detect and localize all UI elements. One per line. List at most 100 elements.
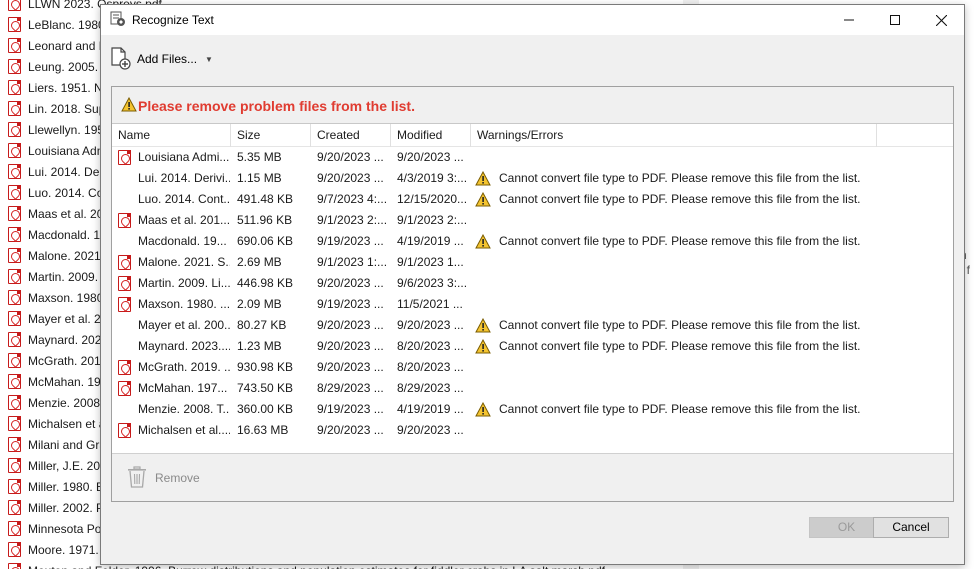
cell-modified: 9/20/2023 ... <box>397 150 464 164</box>
cancel-button[interactable]: Cancel <box>873 517 949 538</box>
cell-name: Maynard. 2023.... <box>138 339 230 353</box>
cell-modified: 4/3/2019 3:... <box>397 171 468 185</box>
warning-icon <box>475 401 491 420</box>
cell-name: Maxson. 1980. ... <box>138 297 230 311</box>
cell-created: 9/20/2023 ... <box>317 171 384 185</box>
cell-created: 9/1/2023 1:... <box>317 255 388 269</box>
pdf-icon <box>8 479 21 494</box>
background-file-name: Mayer et al. 20 <box>28 311 108 326</box>
error-message: Please remove problem files from the lis… <box>138 98 415 114</box>
background-file-name: Miller. 1980. Et <box>28 479 108 494</box>
table-row[interactable]: Louisiana Admi... 5.35 MB 9/20/2023 ... 9/2… <box>112 147 953 168</box>
background-file-name: Miller. 2002. P <box>28 500 105 515</box>
background-file-name: McMahan. 19 <box>28 374 101 389</box>
cell-created: 9/20/2023 ... <box>317 276 384 290</box>
pdf-icon <box>118 255 131 270</box>
cell-size: 446.98 KB <box>237 276 294 290</box>
table-row[interactable]: Maxson. 1980. ... 2.09 MB 9/19/2023 ... 11/… <box>112 294 953 315</box>
pdf-icon <box>8 0 21 11</box>
maximize-button[interactable] <box>872 5 918 35</box>
column-header-name[interactable]: Name <box>112 124 231 147</box>
table-row[interactable]: McMahan. 197... 743.50 KB 8/29/2023 ... 8/2… <box>112 378 953 399</box>
pdf-icon <box>8 290 21 305</box>
cell-modified: 9/1/2023 2:... <box>397 213 468 227</box>
pdf-icon <box>8 17 21 32</box>
column-header-created[interactable]: Created <box>311 124 391 147</box>
pdf-icon <box>118 360 131 375</box>
trash-icon <box>127 465 147 491</box>
table-header: Name Size Created Modified Warnings/Erro… <box>112 124 953 147</box>
cell-created: 9/20/2023 ... <box>317 339 384 353</box>
column-header-warnings[interactable]: Warnings/Errors <box>471 124 877 147</box>
cell-size: 2.09 MB <box>237 297 282 311</box>
table-row[interactable]: Macdonald. 19... 690.06 KB 9/19/2023 ... 4/… <box>112 231 953 252</box>
cell-created: 9/19/2023 ... <box>317 402 384 416</box>
background-file-name: Luo. 2014. Cor <box>28 185 108 200</box>
chevron-down-icon[interactable]: ▼ <box>205 55 213 64</box>
background-file-name: Martin. 2009. <box>28 269 99 284</box>
warning-icon <box>475 233 491 252</box>
table-row[interactable]: Luo. 2014. Cont... 491.48 KB 9/7/2023 4:..… <box>112 189 953 210</box>
table-row[interactable]: Malone. 2021. S... 2.69 MB 9/1/2023 1:... 9… <box>112 252 953 273</box>
minimize-icon <box>844 19 854 21</box>
add-files-button[interactable]: Add Files... ▼ <box>109 46 213 71</box>
background-file-name: LeBlanc. 1980. <box>28 17 109 32</box>
recognize-text-dialog: Recognize Text Add Files... ▼ Please rem… <box>100 4 965 565</box>
background-file-name: McGrath. 2019 <box>28 353 108 368</box>
cell-modified: 9/20/2023 ... <box>397 423 464 437</box>
pdf-icon <box>8 164 21 179</box>
cell-modified: 8/20/2023 ... <box>397 339 464 353</box>
close-button[interactable] <box>918 5 964 35</box>
background-file-name: Macdonald. 19 <box>28 227 107 242</box>
cell-name: Malone. 2021. S... <box>138 255 230 269</box>
pdf-icon <box>8 227 21 242</box>
cell-size: 16.63 MB <box>237 423 289 437</box>
table-row[interactable]: Maynard. 2023.... 1.23 MB 9/20/2023 ... 8/2… <box>112 336 953 357</box>
pdf-icon <box>8 122 21 137</box>
cell-modified: 4/19/2019 ... <box>397 402 464 416</box>
warning-icon <box>475 191 491 210</box>
table-row[interactable]: Martin. 2009. Li... 446.98 KB 9/20/2023 ..… <box>112 273 953 294</box>
cell-name: McMahan. 197... <box>138 381 228 395</box>
background-file-name: Maynard. 2023 <box>28 332 109 347</box>
cell-size: 360.00 KB <box>237 402 294 416</box>
cell-size: 1.23 MB <box>237 339 282 353</box>
cell-warning: Cannot convert file type to PDF. Please … <box>499 318 861 332</box>
pdf-icon <box>8 437 21 452</box>
column-header-size[interactable]: Size <box>231 124 311 147</box>
column-header-modified[interactable]: Modified <box>391 124 471 147</box>
file-table: Name Size Created Modified Warnings/Erro… <box>112 124 953 441</box>
warning-icon <box>475 170 491 189</box>
background-file-name: Liers. 1951. No <box>28 80 110 95</box>
table-row[interactable]: Lui. 2014. Derivi... 1.15 MB 9/20/2023 ...… <box>112 168 953 189</box>
file-list-panel: Please remove problem files from the lis… <box>111 86 954 502</box>
table-row[interactable]: Michalsen et al.... 16.63 MB 9/20/2023 ...… <box>112 420 953 441</box>
pdf-icon <box>118 213 131 228</box>
table-row[interactable]: Maas et al. 201... 511.96 KB 9/1/2023 2:..… <box>112 210 953 231</box>
cell-name: Louisiana Admi... <box>138 150 230 164</box>
pdf-icon <box>118 150 131 165</box>
background-file-name: Louisiana Adm <box>28 143 107 158</box>
pdf-icon <box>8 458 21 473</box>
background-file-name: Moore. 1971. <box>28 542 99 557</box>
table-row[interactable]: McGrath. 2019. ... 930.98 KB 9/20/2023 ...… <box>112 357 953 378</box>
pdf-icon <box>8 374 21 389</box>
cell-created: 8/29/2023 ... <box>317 381 384 395</box>
background-file-name: Miller, J.E. 201 <box>28 458 107 473</box>
pdf-icon <box>8 332 21 347</box>
pdf-icon <box>8 59 21 74</box>
cell-warning: Cannot convert file type to PDF. Please … <box>499 234 861 248</box>
cell-created: 9/19/2023 ... <box>317 234 384 248</box>
background-file-name: Maxson. 1980. <box>28 290 107 305</box>
cell-size: 930.98 KB <box>237 360 294 374</box>
background-file-name: Michalsen et a <box>28 416 106 431</box>
cell-name: McGrath. 2019. ... <box>138 360 230 374</box>
cell-size: 743.50 KB <box>237 381 294 395</box>
cell-name: Luo. 2014. Cont... <box>138 192 230 206</box>
minimize-button[interactable] <box>826 5 872 35</box>
table-row[interactable]: Mayer et al. 200... 80.27 KB 9/20/2023 ...… <box>112 315 953 336</box>
cell-name: Martin. 2009. Li... <box>138 276 230 290</box>
pdf-icon <box>8 38 21 53</box>
table-row[interactable]: Menzie. 2008. T... 360.00 KB 9/19/2023 ...… <box>112 399 953 420</box>
remove-button[interactable]: Remove <box>127 465 200 491</box>
